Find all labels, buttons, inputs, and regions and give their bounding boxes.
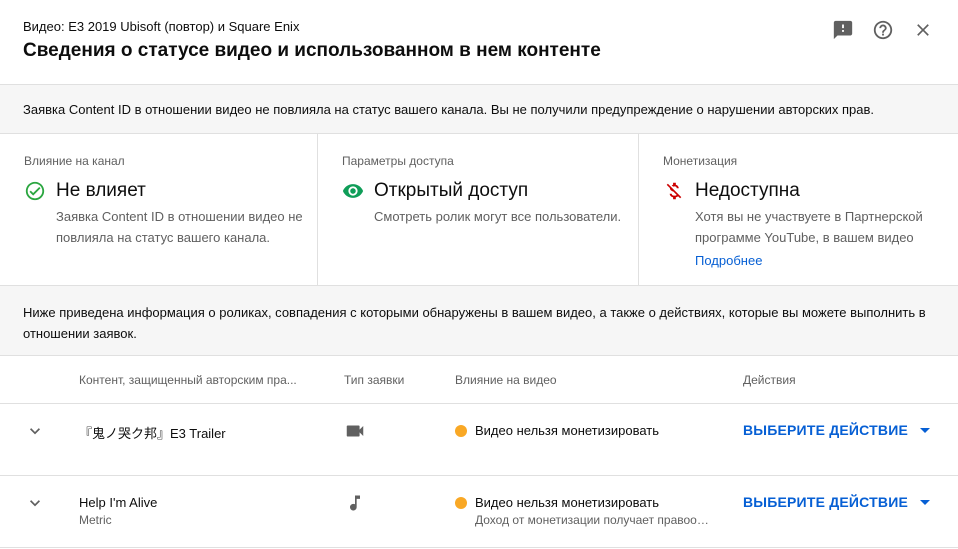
money-off-icon [663,180,685,202]
card-label: Влияние на канал [24,154,125,168]
info-text: Ниже приведена информация о роликах, сов… [23,305,926,341]
column-header-impact: Влияние на видео [455,373,557,387]
card-description: Смотреть ролик могут все пользователи. [374,209,622,224]
notice-text: Заявка Content ID в отношении видео не п… [23,102,875,117]
table-row: Help I'm Alive Metric Видео нельзя монет… [0,476,958,548]
impact-subtext: Доход от монетизации получает правооблад… [475,513,711,527]
status-cards: Влияние на канал Не влияет Заявка Conten… [0,134,958,286]
video-camera-icon [344,420,366,442]
feedback-icon[interactable] [831,18,855,42]
select-action-button[interactable]: ВЫБЕРИТЕ ДЕЙСТВИЕ [743,494,930,510]
close-icon[interactable] [911,18,935,42]
chevron-down-icon[interactable] [24,492,46,514]
channel-impact-card: Влияние на канал Не влияет Заявка Conten… [0,134,318,286]
eye-icon [342,180,364,202]
card-value: Не влияет [56,180,146,201]
content-artist: Metric [79,513,112,527]
claims-info-banner: Ниже приведена информация о роликах, сов… [0,286,958,356]
visibility-card: Параметры доступа Открытый доступ Смотре… [318,134,639,286]
card-label: Монетизация [663,154,738,168]
select-action-button[interactable]: ВЫБЕРИТЕ ДЕЙСТВИЕ [743,422,930,438]
check-circle-icon [24,180,46,202]
caret-down-icon [920,427,930,433]
learn-more-link[interactable]: Подробнее [695,253,762,268]
card-value: Недоступна [695,180,800,201]
impact-text: Видео нельзя монетизировать [475,423,660,438]
action-label: ВЫБЕРИТЕ ДЕЙСТВИЕ [743,494,908,510]
card-description: Хотя вы не участвуете в Партнерской прог… [695,209,923,245]
impact-text: Видео нельзя монетизировать [475,495,660,510]
table-row: 『鬼ノ哭ク邦』E3 Trailer Видео нельзя монетизир… [0,404,958,476]
card-description: Заявка Content ID в отношении видео не п… [56,209,303,245]
video-title-line: Видео: E3 2019 Ubisoft (повтор) и Square… [23,19,300,34]
column-header-claim-type: Тип заявки [344,373,405,387]
column-header-content: Контент, защищенный авторским пра... [79,373,297,387]
monetization-card: Монетизация Недоступна Хотя вы не участв… [639,134,958,286]
content-title: Help I'm Alive [79,495,158,510]
claims-table-header: Контент, защищенный авторским пра... Тип… [0,356,958,404]
action-label: ВЫБЕРИТЕ ДЕЙСТВИЕ [743,422,908,438]
column-header-actions: Действия [743,373,796,387]
music-note-icon [344,492,366,514]
card-label: Параметры доступа [342,154,454,168]
dialog-header: Видео: E3 2019 Ubisoft (повтор) и Square… [0,0,958,85]
card-value: Открытый доступ [374,180,529,201]
help-icon[interactable] [871,18,895,42]
page-title: Сведения о статусе видео и использованно… [23,40,601,61]
status-dot [455,425,467,437]
status-dot [455,497,467,509]
caret-down-icon [920,499,930,505]
content-title: 『鬼ノ哭ク邦』E3 Trailer [79,426,226,441]
chevron-down-icon[interactable] [24,420,46,442]
channel-notice-banner: Заявка Content ID в отношении видео не п… [0,85,958,134]
